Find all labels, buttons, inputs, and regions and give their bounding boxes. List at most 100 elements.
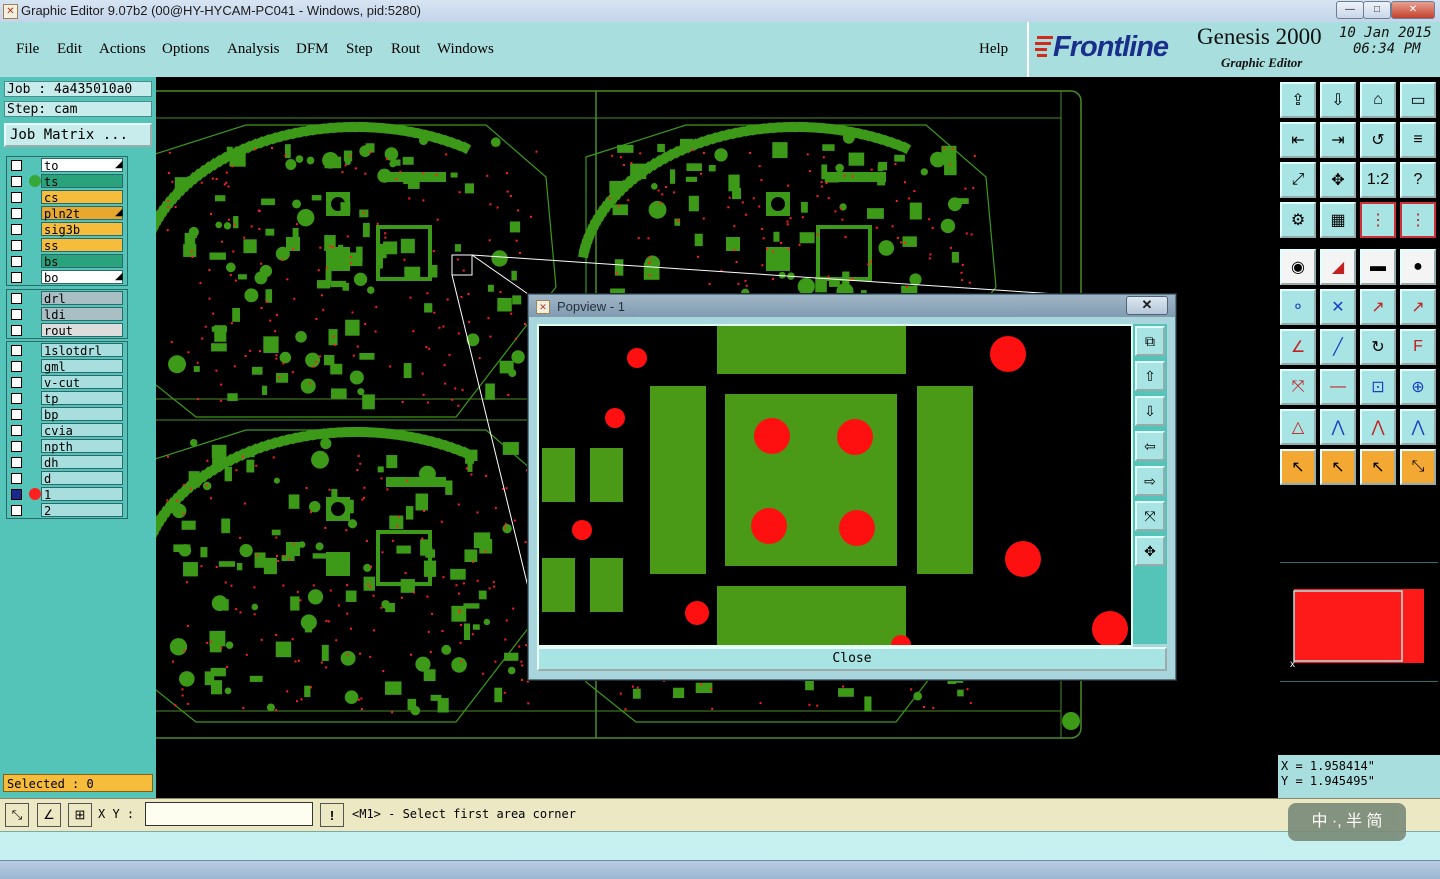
menu-dfm[interactable]: DFM [296,41,329,58]
pan-left-icon[interactable]: ⇤ [1280,122,1316,158]
menu-analysis[interactable]: Analysis [227,41,280,58]
job-matrix-button[interactable]: Job Matrix ... [4,123,152,147]
layer-row-cvia[interactable]: cvia [7,422,127,438]
pad-icon[interactable]: ◉ [1280,249,1316,285]
layer-checkbox[interactable] [11,208,22,219]
select-box-icon[interactable]: ↖ [1320,449,1356,485]
center-view-icon[interactable]: ✥ [1320,162,1356,198]
layer-name[interactable]: cvia [41,423,123,438]
cross-icon[interactable]: ✕ [1320,289,1356,325]
menu-actions[interactable]: Actions [99,41,146,58]
menu-edit[interactable]: Edit [57,41,82,58]
segment-icon[interactable]: ↗ [1360,289,1396,325]
popview-center-icon[interactable]: ✥ [1135,536,1165,566]
rotate-icon[interactable]: ↻ [1360,329,1396,365]
layer-row-d[interactable]: d [7,470,127,486]
group-icon[interactable]: ⊕ [1400,369,1436,405]
popview-zoom-window-icon[interactable]: ⧉ [1135,326,1165,356]
ime-indicator[interactable]: 中 ·, 半 简 [1288,803,1406,841]
arc4-tool-icon[interactable]: ⋀ [1400,409,1436,445]
popview-close-x-button[interactable]: ✕ [1126,296,1168,315]
minimize-button[interactable]: — [1336,1,1364,19]
layer-name[interactable]: tp [41,391,123,406]
layer-name[interactable]: cs [41,190,123,205]
layer-name[interactable]: gml [41,359,123,374]
layer-checkbox[interactable] [11,224,22,235]
popview-pan-right-icon[interactable]: ⇨ [1135,466,1165,496]
grid-icon[interactable]: ▦ [1320,202,1356,238]
layer-checkbox[interactable] [11,309,22,320]
popview-canvas[interactable] [537,324,1133,647]
layer-row-ldi[interactable]: ldi [7,306,127,322]
popview-fit-icon[interactable]: ⤧ [1135,501,1165,531]
layer-checkbox[interactable] [11,325,22,336]
draw-line-icon[interactable]: ∠ [1280,329,1316,365]
layer-name[interactable]: 1slotdrl [41,343,123,358]
layer-row-pln2t[interactable]: pln2t ◢ [7,205,127,221]
layer-name[interactable]: v-cut [41,375,123,390]
arc-point-icon[interactable]: ↗ [1400,289,1436,325]
layer-row-bs[interactable]: bs [7,253,127,269]
popview-pan-down-icon[interactable]: ⇩ [1135,396,1165,426]
layer-row-ss[interactable]: ss [7,237,127,253]
select-path-icon[interactable]: ⤡ [1400,449,1436,485]
layer-checkbox[interactable] [11,393,22,404]
move-icon[interactable]: ⤧ [1280,369,1316,405]
layer-feed-icon[interactable]: ⋮ [1360,202,1396,238]
zoom-window-icon[interactable]: ▭ [1400,82,1436,118]
layer-name[interactable]: ldi [41,307,123,322]
select-arrow-icon[interactable]: ↖ [1280,449,1316,485]
layer-name[interactable]: ts [41,174,123,189]
step-repeat-icon[interactable]: ⊡ [1360,369,1396,405]
menu-help[interactable]: Help [979,41,1008,58]
layer-stack-icon[interactable]: ⋮ [1400,202,1436,238]
zoom-area-icon[interactable]: ⤡ [5,803,29,827]
flip-view-icon[interactable]: ↺ [1360,122,1396,158]
layer-checkbox[interactable] [11,505,22,516]
layer-row-bo[interactable]: bo ◢ [7,269,127,285]
arc3-tool-icon[interactable]: ⋀ [1360,409,1396,445]
layer-row-tp[interactable]: tp [7,390,127,406]
arc2-tool-icon[interactable]: ⋀ [1320,409,1356,445]
warning-icon[interactable]: ! [320,803,344,827]
layer-row-v-cut[interactable]: v-cut [7,374,127,390]
overview-minimap[interactable]: x [1280,562,1438,682]
ruler-icon[interactable]: ▬ [1360,249,1396,285]
circle-icon[interactable]: ● [1400,249,1436,285]
grid-snap-icon[interactable]: ⊞ [68,803,92,827]
layer-row-rout[interactable]: rout [7,322,127,338]
popview-title-bar[interactable]: ✕ Popview - 1 ✕ [529,295,1175,317]
maximize-button[interactable]: □ [1363,1,1391,19]
layer-row-bp[interactable]: bp [7,406,127,422]
layer-name[interactable]: dh [41,455,123,470]
layer-name[interactable]: bo [41,270,123,285]
layer-checkbox[interactable] [11,176,22,187]
layer-name[interactable]: d [41,471,123,486]
layer-name[interactable]: to [41,158,123,173]
layer-row-gml[interactable]: gml [7,358,127,374]
fit-all-icon[interactable]: ⤢ [1280,162,1316,198]
layer-name[interactable]: sig3b [41,222,123,237]
layer-name[interactable]: drl [41,291,123,306]
menu-options[interactable]: Options [162,41,210,58]
layer-name[interactable]: bp [41,407,123,422]
layer-row-1[interactable]: 1 [7,486,127,502]
layer-checkbox[interactable] [11,489,22,500]
line-icon[interactable]: ◢ [1320,249,1356,285]
measure-tool-icon[interactable]: ∠ [37,803,61,827]
popview-close-button[interactable]: Close [537,647,1167,671]
help-icon[interactable]: ? [1400,162,1436,198]
layer-row-npth[interactable]: npth [7,438,127,454]
layer-checkbox[interactable] [11,256,22,267]
layer-checkbox[interactable] [11,240,22,251]
zoom-in-icon[interactable]: ⇩ [1320,82,1356,118]
popview-pan-left-icon[interactable]: ⇦ [1135,431,1165,461]
zoom-fit-icon[interactable]: ⌂ [1360,82,1396,118]
layer-checkbox[interactable] [11,425,22,436]
layer-checkbox[interactable] [11,473,22,484]
zoom-home-icon[interactable]: ⇪ [1280,82,1316,118]
select-lasso-icon[interactable]: ↖ [1360,449,1396,485]
layer-checkbox[interactable] [11,345,22,356]
popview-pan-up-icon[interactable]: ⇧ [1135,361,1165,391]
pan-right-icon[interactable]: ⇥ [1320,122,1356,158]
